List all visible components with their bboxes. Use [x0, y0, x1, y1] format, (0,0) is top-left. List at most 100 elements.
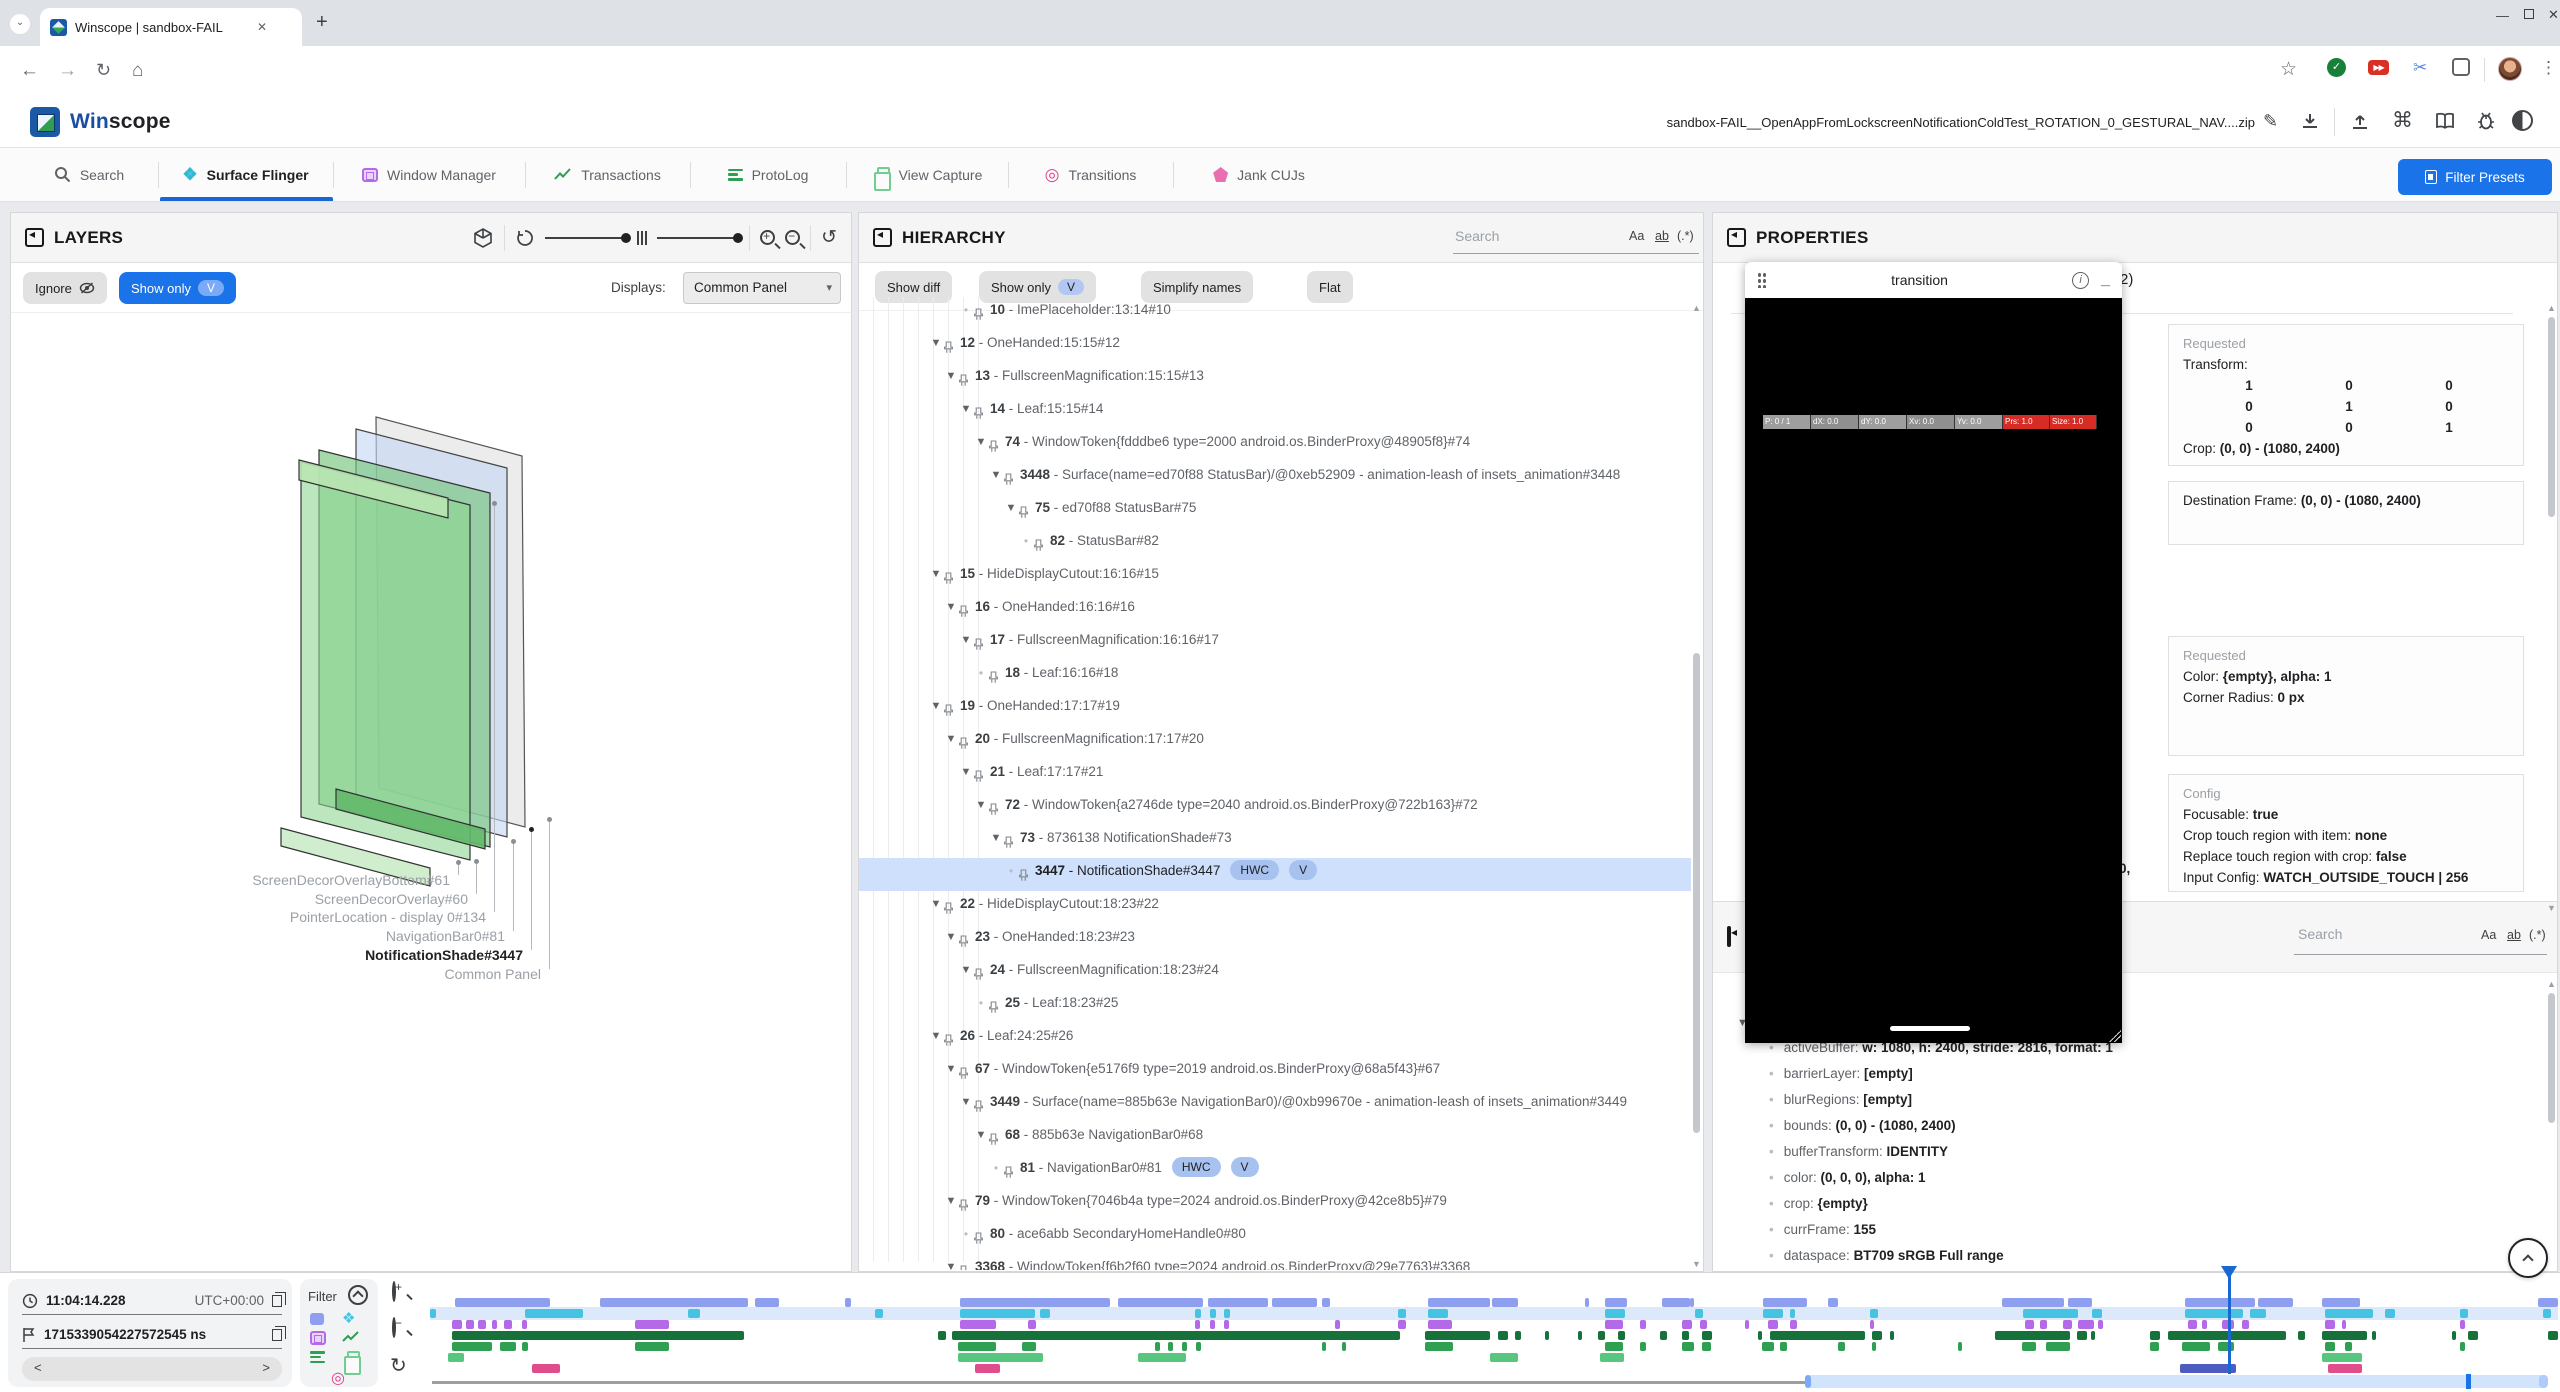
window-close-button[interactable]: ✕ — [2548, 7, 2559, 23]
properties-scrollbar[interactable]: ▲ ▼ — [2546, 303, 2557, 913]
trace-entry-transactions[interactable] — [2372, 1331, 2376, 1340]
trace-entry-protolog[interactable] — [1182, 1342, 1187, 1351]
protolog-icon[interactable] — [310, 1351, 325, 1363]
trace-entry-transactions[interactable] — [2548, 1331, 2558, 1340]
scrollbar-thumb[interactable] — [2548, 317, 2555, 517]
trace-entry-transactions[interactable] — [952, 1331, 1400, 1340]
pin-icon[interactable] — [958, 1265, 969, 1270]
detail-item[interactable]: •crop: {empty} — [1713, 1191, 2541, 1217]
trace-entry-transactions[interactable] — [2150, 1331, 2160, 1340]
trace-entry-transactions[interactable] — [2168, 1331, 2286, 1340]
tree-node-15[interactable]: ▼15 - HideDisplayCutout:16:16#15 — [859, 561, 1691, 594]
expand-arrow-icon[interactable]: ▼ — [959, 957, 973, 983]
trace-entry-protolog[interactable] — [2150, 1342, 2159, 1351]
trace-entry-screen-recording[interactable] — [2258, 1298, 2293, 1307]
rotation-icon[interactable] — [515, 228, 535, 248]
layers-3d-canvas[interactable]: ScreenDecorOverlayBottom#61ScreenDecorOv… — [11, 313, 851, 1271]
tree-node-23[interactable]: ▼23 - OneHanded:18:23#23 — [859, 924, 1691, 957]
collapse-panel-icon[interactable] — [1727, 926, 1731, 947]
tree-node-72[interactable]: ▼72 - WindowToken{a2746de type=2040 andr… — [859, 792, 1691, 825]
trace-entry-screen-recording[interactable] — [1605, 1298, 1627, 1307]
pin-icon[interactable] — [973, 638, 984, 651]
trace-entry-protolog[interactable] — [452, 1342, 492, 1351]
copy-icon[interactable] — [272, 1295, 282, 1307]
trace-entry-transactions[interactable] — [1872, 1331, 1882, 1340]
extension-scissors-icon[interactable]: ✂ — [2413, 58, 2427, 78]
trace-entry-window-manager[interactable] — [1195, 1320, 1200, 1329]
trace-entry-screen-recording[interactable] — [2538, 1298, 2558, 1307]
scroll-to-top-button[interactable] — [2508, 1238, 2548, 1278]
trace-entry-protolog[interactable] — [635, 1342, 669, 1351]
trace-entry-transactions[interactable] — [1578, 1331, 1582, 1340]
trace-entry-window-manager[interactable] — [960, 1320, 996, 1329]
trace-entry-transactions[interactable] — [2322, 1331, 2367, 1340]
overlay-titlebar[interactable]: transition i _ — [1745, 262, 2122, 298]
trace-entry-protolog[interactable] — [1780, 1342, 1787, 1351]
pin-icon[interactable] — [973, 407, 984, 420]
back-icon[interactable]: ← — [20, 61, 39, 80]
trace-entry-protolog[interactable] — [1640, 1342, 1646, 1351]
pin-icon[interactable] — [988, 440, 999, 453]
copy-icon[interactable] — [272, 1329, 282, 1341]
tree-node-79[interactable]: ▼79 - WindowToken{7046b4a type=2024 andr… — [859, 1188, 1691, 1221]
trace-entry-transactions[interactable] — [2077, 1331, 2087, 1340]
trace-entry-surface-flinger[interactable] — [1040, 1309, 1050, 1318]
trace-entry-screen-recording[interactable] — [1763, 1298, 1807, 1307]
trace-entry-surface-flinger[interactable] — [1605, 1309, 1625, 1318]
trace-entry-transactions[interactable] — [1682, 1331, 1689, 1340]
timeline-zoom-out[interactable]: − — [392, 1319, 396, 1337]
pin-icon[interactable] — [973, 1100, 984, 1113]
hierarchy-scrollbar[interactable]: ▲ ▼ — [1691, 303, 1702, 1269]
trace-entry-protolog[interactable] — [1958, 1342, 1962, 1351]
tree-node-18[interactable]: •18 - Leaf:16:16#18 — [859, 660, 1691, 693]
extension-check-icon[interactable]: ✓ — [2327, 58, 2346, 77]
trace-entry-protolog[interactable] — [1342, 1342, 1346, 1351]
match-case-button[interactable]: Aa — [1629, 229, 1644, 243]
expand-arrow-icon[interactable]: ▼ — [929, 693, 943, 719]
trace-entry-window-manager[interactable] — [1398, 1320, 1406, 1329]
tab-view-capture[interactable]: View Capture — [846, 148, 1008, 201]
trace-entry-window-manager[interactable] — [2325, 1320, 2335, 1329]
trace-entry-transactions[interactable] — [1702, 1331, 1712, 1340]
trace-entry-surface-flinger[interactable] — [1398, 1309, 1406, 1318]
trace-entry-protolog[interactable] — [1196, 1342, 1201, 1351]
trace-entry-window-manager[interactable] — [2460, 1320, 2465, 1329]
trace-entry-surface-flinger[interactable] — [1224, 1309, 1230, 1318]
trace-entry-window-manager[interactable] — [466, 1320, 474, 1329]
trace-entry-surface-flinger[interactable] — [2185, 1309, 2243, 1318]
trace-entry-screen-recording[interactable] — [1828, 1298, 1838, 1307]
shortcuts-icon[interactable]: ⌘ — [2392, 110, 2413, 131]
pin-icon[interactable] — [973, 770, 984, 783]
trace-entry-transactions[interactable] — [1660, 1331, 1667, 1340]
pin-icon[interactable] — [958, 1199, 969, 1212]
collapse-panel-icon[interactable] — [1727, 228, 1746, 247]
trace-entry-surface-flinger[interactable] — [2023, 1309, 2078, 1318]
pin-icon[interactable] — [943, 341, 954, 354]
pin-icon[interactable] — [958, 605, 969, 618]
trace-entry-window-manager[interactable] — [1790, 1320, 1797, 1329]
detail-item[interactable]: •barrierLayer: [empty] — [1713, 1061, 2541, 1087]
pin-icon[interactable] — [943, 902, 954, 915]
tree-node-74[interactable]: ▼74 - WindowToken{fdddbe6 type=2000 andr… — [859, 429, 1691, 462]
filter-presets-button[interactable]: Filter Presets — [2398, 159, 2552, 195]
expand-arrow-icon[interactable]: ▼ — [944, 924, 958, 950]
tree-node-73[interactable]: ▼73 - 8736138 NotificationShade#73 — [859, 825, 1691, 858]
tab-surface-flinger[interactable]: ❖Surface Flinger — [158, 148, 333, 201]
zoom-out-icon[interactable]: − — [785, 230, 800, 245]
trace-entry-screen-recording[interactable] — [455, 1298, 550, 1307]
expand-arrow-icon[interactable]: ▼ — [944, 726, 958, 752]
pin-icon[interactable] — [958, 374, 969, 387]
expand-arrow-icon[interactable]: ▼ — [944, 1254, 958, 1270]
trace-entry-screen-recording[interactable] — [1118, 1298, 1203, 1307]
trace-entry-window-manager[interactable] — [2040, 1320, 2047, 1329]
trace-entry-window-manager[interactable] — [1224, 1320, 1229, 1329]
trace-entry-transactions[interactable] — [938, 1331, 946, 1340]
trace-entry-screen-recording[interactable] — [845, 1298, 851, 1307]
trace-entry-surface-flinger[interactable] — [1790, 1309, 1795, 1318]
tab-window-manager[interactable]: Window Manager — [333, 148, 525, 201]
pin-icon[interactable] — [943, 704, 954, 717]
pin-icon[interactable] — [988, 803, 999, 816]
trace-entry-screen-recording[interactable] — [1662, 1298, 1690, 1307]
timeline-reset-zoom[interactable]: ↻ — [390, 1353, 407, 1378]
trace-entry-surface-flinger[interactable] — [1428, 1309, 1448, 1318]
